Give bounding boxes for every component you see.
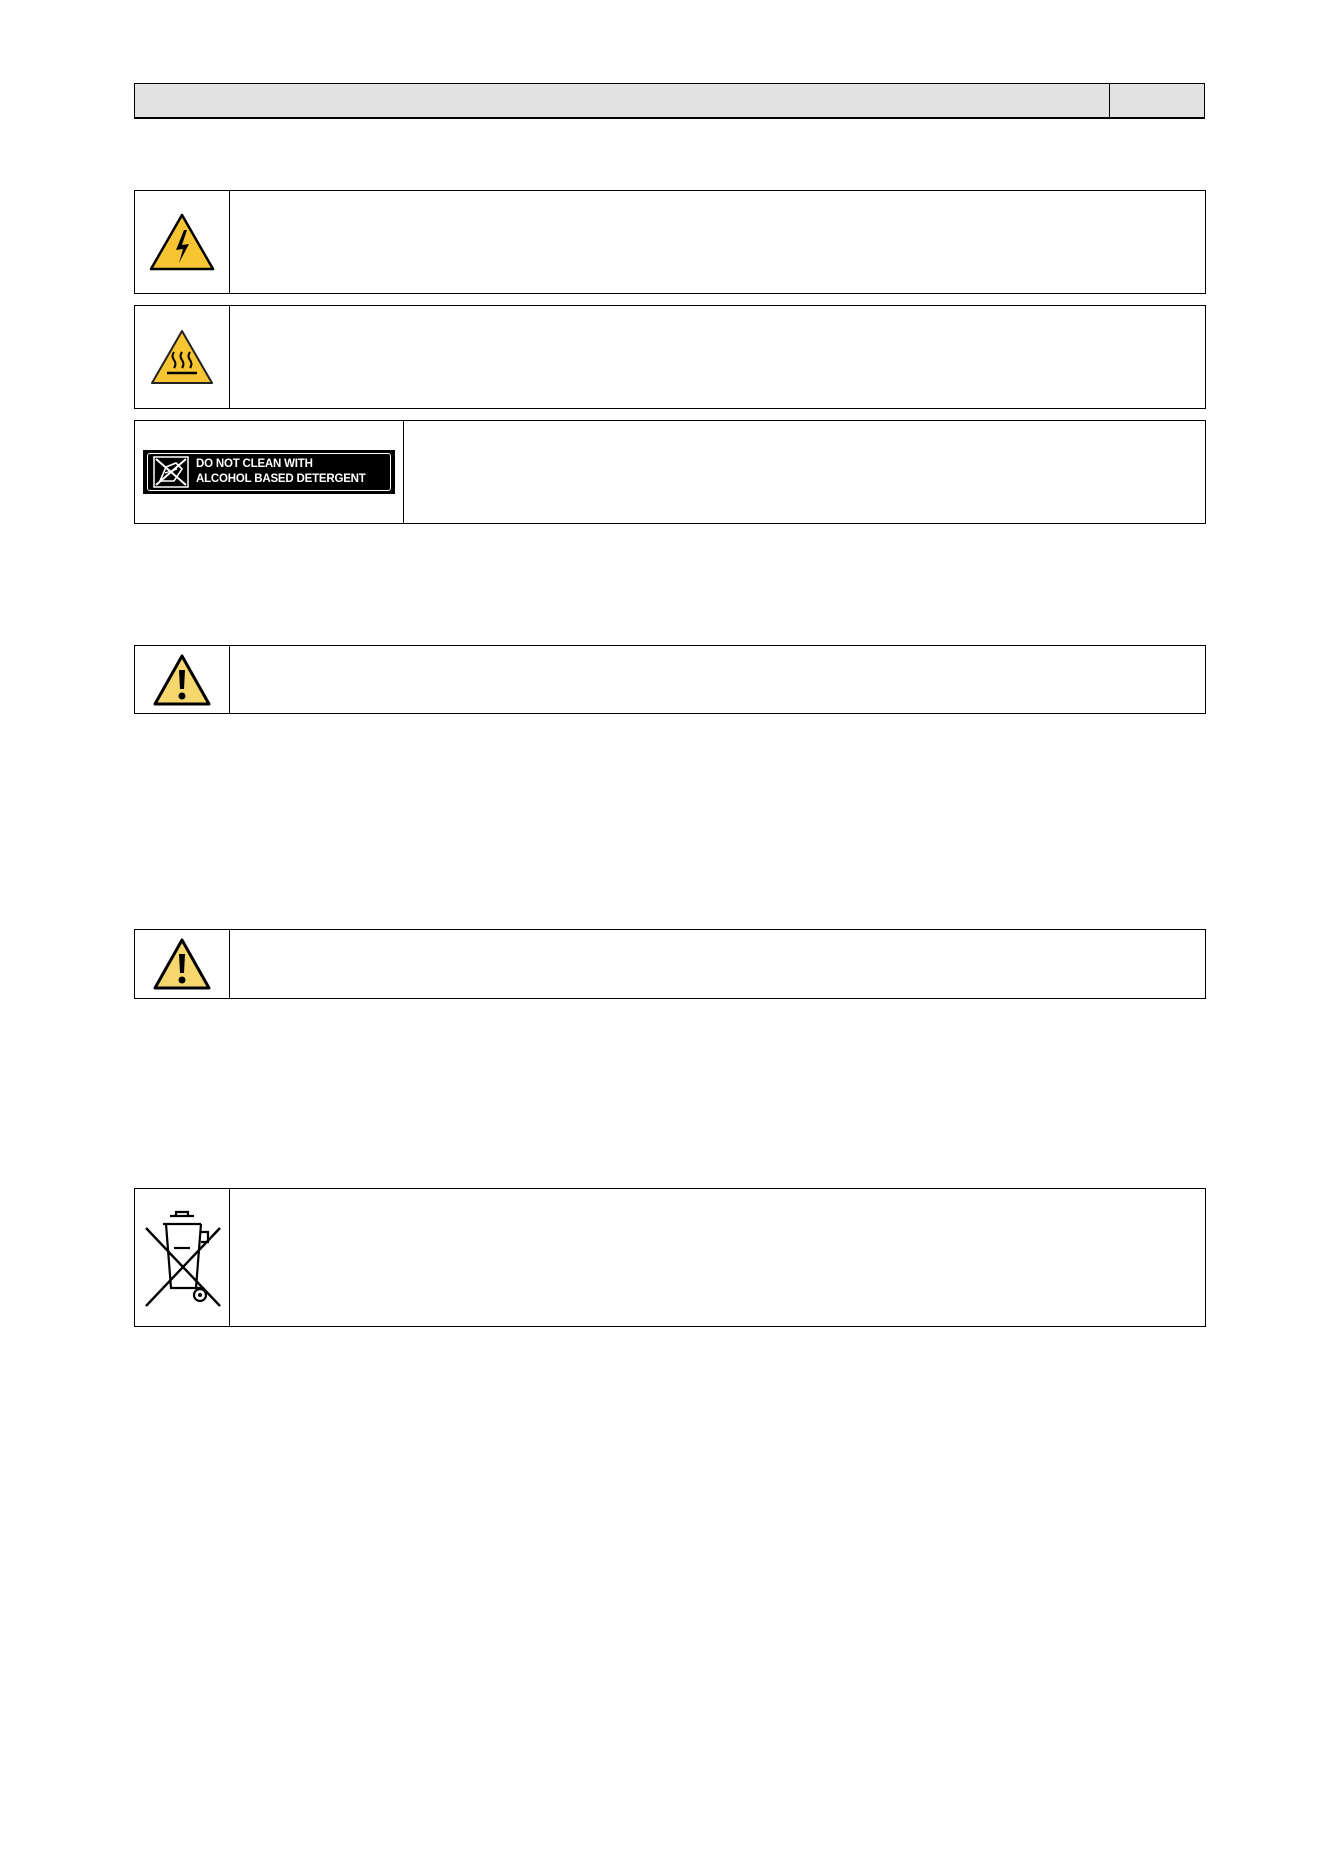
hot-surface-warning: [134, 305, 1206, 409]
alcohol-cleaning-text: [404, 421, 1205, 523]
no-alcohol-cleaning-icon: [153, 456, 189, 488]
caution-text-1: [230, 646, 1205, 713]
alcohol-label-cell: DO NOT CLEAN WITH ALCOHOL BASED DETERGEN…: [135, 421, 404, 523]
caution-exclamation-icon: [153, 938, 211, 990]
weee-icon-cell: [135, 1189, 230, 1326]
caution-icon-cell-2: [135, 930, 230, 998]
weee-disposal-text: [230, 1189, 1205, 1326]
caution-warning-1: [134, 645, 1206, 714]
label-line-2: ALCOHOL BASED DETERGENT: [196, 473, 366, 485]
caution-exclamation-icon: [153, 654, 211, 705]
alcohol-cleaning-warning: DO NOT CLEAN WITH ALCOHOL BASED DETERGEN…: [134, 420, 1206, 524]
caution-icon-cell-1: [135, 646, 230, 713]
caution-text-2: [230, 930, 1205, 998]
hot-surface-icon: [151, 330, 213, 384]
header-page-number: [1110, 84, 1204, 117]
crossed-out-wheelie-bin-icon: [145, 1210, 221, 1307]
weee-disposal-notice: [134, 1188, 1206, 1327]
no-alcohol-cleaning-label: DO NOT CLEAN WITH ALCOHOL BASED DETERGEN…: [143, 450, 395, 494]
electric-hazard-warning: [134, 190, 1206, 294]
electric-hazard-icon-cell: [135, 191, 230, 293]
label-line-1: DO NOT CLEAN WITH: [196, 458, 313, 470]
electric-hazard-text: [230, 191, 1205, 293]
electric-hazard-icon: [149, 213, 215, 271]
header-title: [135, 84, 1110, 117]
caution-warning-2: [134, 929, 1206, 999]
hot-surface-icon-cell: [135, 306, 230, 408]
page-header-bar: [134, 83, 1205, 119]
hot-surface-text: [230, 306, 1205, 408]
